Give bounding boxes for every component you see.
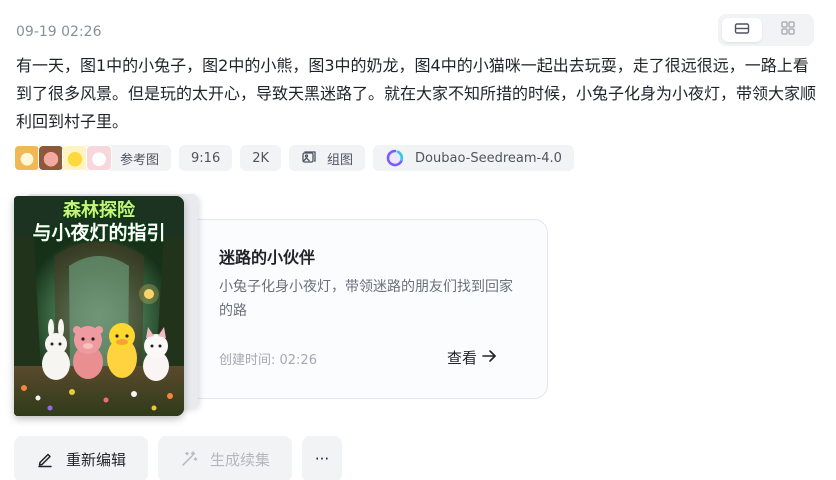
story-title: 迷路的小伙伴 [219,248,316,267]
story-card[interactable]: 迷路的小伙伴 小兔子化身小夜灯，带领迷路的朋友们找到回家的路 创建时间: 02:… [150,219,548,399]
arrow-right-icon [481,349,497,367]
meta-row: 参考图 9:16 2K 组图 Doubao-Seedream-4.0 [14,145,574,171]
mode-label: 组图 [327,152,354,168]
single-view-button[interactable] [722,18,762,42]
mode-chip[interactable]: 组图 [289,145,366,171]
view-toggle [718,14,814,46]
reference-label: 参考图 [120,152,160,168]
ratio-chip[interactable]: 9:16 [179,145,233,171]
image-group-icon [301,150,317,166]
reference-thumbnails [14,145,112,171]
model-chip[interactable]: Doubao-Seedream-4.0 [373,145,574,171]
reference-thumbnail [38,145,64,171]
reference-images-chip[interactable]: 参考图 [14,145,172,171]
reference-thumbnail [86,145,112,171]
generate-sequel-button[interactable]: 生成续集 [158,436,293,480]
cover-title: 森林探险 与小夜灯的指引 [14,200,184,244]
generate-sequel-label: 生成续集 [210,450,271,469]
grid-view-button[interactable] [768,18,808,42]
magic-wand-icon [180,450,198,468]
action-bar: 重新编辑 生成续集 ··· [14,436,343,480]
created-time: 创建时间: 02:26 [219,353,317,368]
reedit-button[interactable]: 重新编辑 [14,436,149,480]
model-label: Doubao-Seedream-4.0 [415,150,562,166]
cover-title-line1: 森林探险 [63,200,135,221]
reedit-label: 重新编辑 [66,450,127,469]
edit-pen-icon [36,450,54,468]
prompt-text: 有一天，图1中的小兔子，图2中的小熊，图3中的奶龙，图4中的小猫咪一起出去玩耍，… [16,56,817,131]
cover-title-line2: 与小夜灯的指引 [32,222,166,244]
reference-thumbnail [62,145,88,171]
grid-view-icon [780,20,796,40]
more-button[interactable]: ··· [302,436,343,480]
book-cover[interactable]: 森林探险 与小夜灯的指引 [14,196,184,416]
view-button[interactable]: 查看 [447,347,497,368]
single-view-icon [734,21,750,40]
resolution-chip[interactable]: 2K [240,145,282,171]
view-label: 查看 [447,349,478,367]
more-label: ··· [314,450,330,468]
timestamp: 09-19 02:26 [16,24,102,40]
doubao-logo-icon [385,148,405,168]
reference-thumbnail [14,145,40,171]
story-description: 小兔子化身小夜灯，带领迷路的朋友们找到回家的路 [219,279,513,319]
